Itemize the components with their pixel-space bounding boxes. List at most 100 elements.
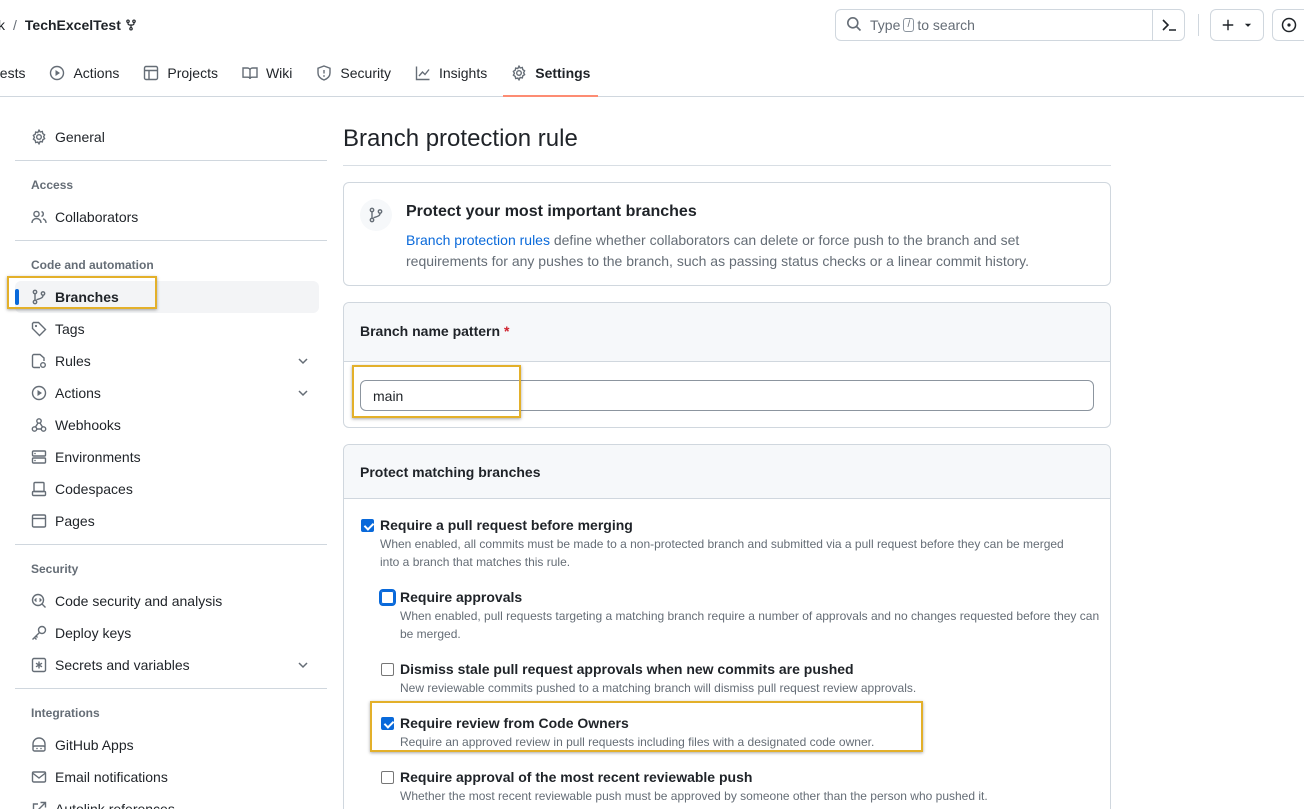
protect-rules-header: Protect matching branches: [344, 445, 1110, 499]
search-input[interactable]: Type / to search: [835, 9, 1185, 41]
command-palette-button[interactable]: [1152, 10, 1184, 40]
link-external-icon: [32, 801, 47, 809]
tab-label: Actions: [73, 64, 120, 81]
require-last-push-approval-checkbox[interactable]: [381, 771, 394, 784]
sidebar-item-label: Environments: [55, 449, 141, 465]
header-divider: [1198, 14, 1199, 36]
search-placeholder-end: to search: [917, 17, 975, 33]
branch-protection-docs-link[interactable]: Branch protection rules: [406, 232, 550, 248]
key-icon: [32, 625, 47, 640]
require-code-owner-review-checkbox[interactable]: [381, 717, 394, 730]
sidebar-item-email-notifications[interactable]: Email notifications: [15, 761, 319, 793]
issue-icon: [1281, 17, 1297, 33]
owner-link[interactable]: k: [0, 17, 5, 33]
rule-description: Require an approved review in pull reque…: [400, 735, 875, 749]
sidebar-item-pages[interactable]: Pages: [15, 505, 319, 537]
caret-down-icon: [1244, 23, 1252, 27]
require-pr-checkbox[interactable]: [361, 519, 374, 532]
rule-description: When enabled, all commits must be made t…: [380, 537, 1064, 569]
asterisk-icon: [31, 657, 47, 673]
sidebar-heading-integrations: Integrations: [31, 706, 100, 720]
terminal-icon: [1161, 19, 1176, 31]
rule-title: Require approval of the most recent revi…: [400, 769, 753, 785]
chevron-down-icon[interactable]: [295, 657, 311, 673]
branch-pattern-header: Branch name pattern *: [344, 303, 1110, 362]
protect-heading: Protect matching branches: [360, 464, 541, 480]
rule-description: Whether the most recent reviewable push …: [400, 789, 988, 803]
protect-rules-box: Protect matching branches Require a pull…: [343, 444, 1111, 809]
shield-icon: [317, 64, 332, 81]
sidebar-item-label: Secrets and variables: [55, 657, 190, 673]
tab-actions[interactable]: Actions: [41, 56, 127, 89]
search-placeholder: Type: [870, 17, 901, 33]
rule-description: When enabled, pull requests targeting a …: [400, 609, 1100, 641]
sidebar-item-codespaces[interactable]: Codespaces: [15, 473, 319, 505]
dismiss-stale-approvals-checkbox[interactable]: [381, 663, 394, 676]
sidebar-item-branches[interactable]: Branches: [15, 281, 319, 313]
tab-label: Projects: [167, 64, 218, 81]
play-icon: [50, 65, 65, 80]
intro-box: Protect your most important branches Bra…: [343, 182, 1111, 286]
sidebar-item-rules[interactable]: Rules: [15, 345, 319, 377]
page-title: Branch protection rule: [343, 125, 578, 152]
tab-label: uests: [0, 64, 26, 81]
git-branch-icon: [32, 289, 46, 305]
tab-security[interactable]: Security: [308, 56, 399, 89]
rule-title: Require review from Code Owners: [400, 715, 629, 731]
sidebar-item-label: Branches: [55, 289, 119, 305]
rules-icon: [31, 353, 46, 369]
sidebar-item-collaborators[interactable]: Collaborators: [15, 201, 319, 233]
sidebar-item-secrets[interactable]: Secrets and variables: [15, 649, 319, 681]
sidebar-item-label: Collaborators: [55, 209, 139, 225]
create-new-button[interactable]: [1210, 9, 1264, 41]
webhook-icon: [31, 418, 47, 432]
play-icon: [31, 385, 47, 401]
sidebar-item-label: General: [55, 129, 105, 145]
tab-projects[interactable]: Projects: [135, 56, 226, 89]
sidebar-divider: [15, 544, 327, 545]
gear-icon: [32, 129, 46, 145]
tab-label: Wiki: [265, 64, 293, 81]
sidebar-item-tags[interactable]: Tags: [15, 313, 319, 345]
tab-label: Security: [340, 64, 391, 81]
repo-link[interactable]: TechExcelTest: [25, 17, 121, 33]
chevron-down-icon[interactable]: [295, 385, 311, 401]
sidebar-item-label: Actions: [55, 385, 101, 401]
tab-insights[interactable]: Insights: [407, 56, 495, 89]
rule-title: Require a pull request before merging: [380, 517, 633, 533]
sidebar-item-label: Webhooks: [55, 417, 121, 433]
sidebar-item-general[interactable]: General: [15, 121, 319, 153]
sidebar-item-webhooks[interactable]: Webhooks: [15, 409, 319, 441]
intro-description: Branch protection rules define whether c…: [406, 230, 1086, 272]
intro-title: Protect your most important branches: [406, 203, 697, 220]
sidebar-item-autolink[interactable]: Autolink references: [15, 793, 319, 809]
git-branch-icon: [360, 199, 392, 231]
sidebar-item-label: Codespaces: [55, 481, 133, 497]
sidebar-item-label: Deploy keys: [55, 625, 132, 641]
branch-pattern-label: Branch name pattern: [360, 323, 501, 339]
sidebar-item-deploy-keys[interactable]: Deploy keys: [15, 617, 319, 649]
sidebar-item-label: Code security and analysis: [55, 593, 223, 609]
sidebar-item-actions[interactable]: Actions: [15, 377, 319, 409]
branch-name-pattern-input[interactable]: [360, 380, 1094, 411]
tab-pull-requests[interactable]: uests: [0, 56, 33, 89]
sidebar-heading-code-automation: Code and automation: [31, 258, 154, 272]
tab-label: Insights: [438, 64, 488, 81]
people-icon: [31, 210, 47, 224]
tag-icon: [31, 321, 47, 337]
chevron-down-icon[interactable]: [295, 353, 311, 369]
sidebar-heading-security: Security: [31, 562, 79, 576]
tab-settings[interactable]: Settings: [503, 56, 599, 97]
tab-wiki[interactable]: Wiki: [234, 56, 300, 89]
tab-label: Settings: [535, 64, 591, 81]
branch-pattern-box: Branch name pattern *: [343, 302, 1111, 428]
sidebar-item-github-apps[interactable]: GitHub Apps: [15, 729, 319, 761]
issues-button[interactable]: [1272, 9, 1304, 41]
rule-title: Dismiss stale pull request approvals whe…: [400, 661, 854, 677]
plus-icon: [1222, 19, 1234, 31]
sidebar-item-code-security[interactable]: Code security and analysis: [15, 585, 319, 617]
title-divider: [343, 165, 1111, 166]
require-approvals-checkbox[interactable]: [379, 589, 396, 606]
repo-header: k / TechExcelTest Type / to search uests: [0, 0, 1304, 97]
sidebar-item-environments[interactable]: Environments: [15, 441, 319, 473]
